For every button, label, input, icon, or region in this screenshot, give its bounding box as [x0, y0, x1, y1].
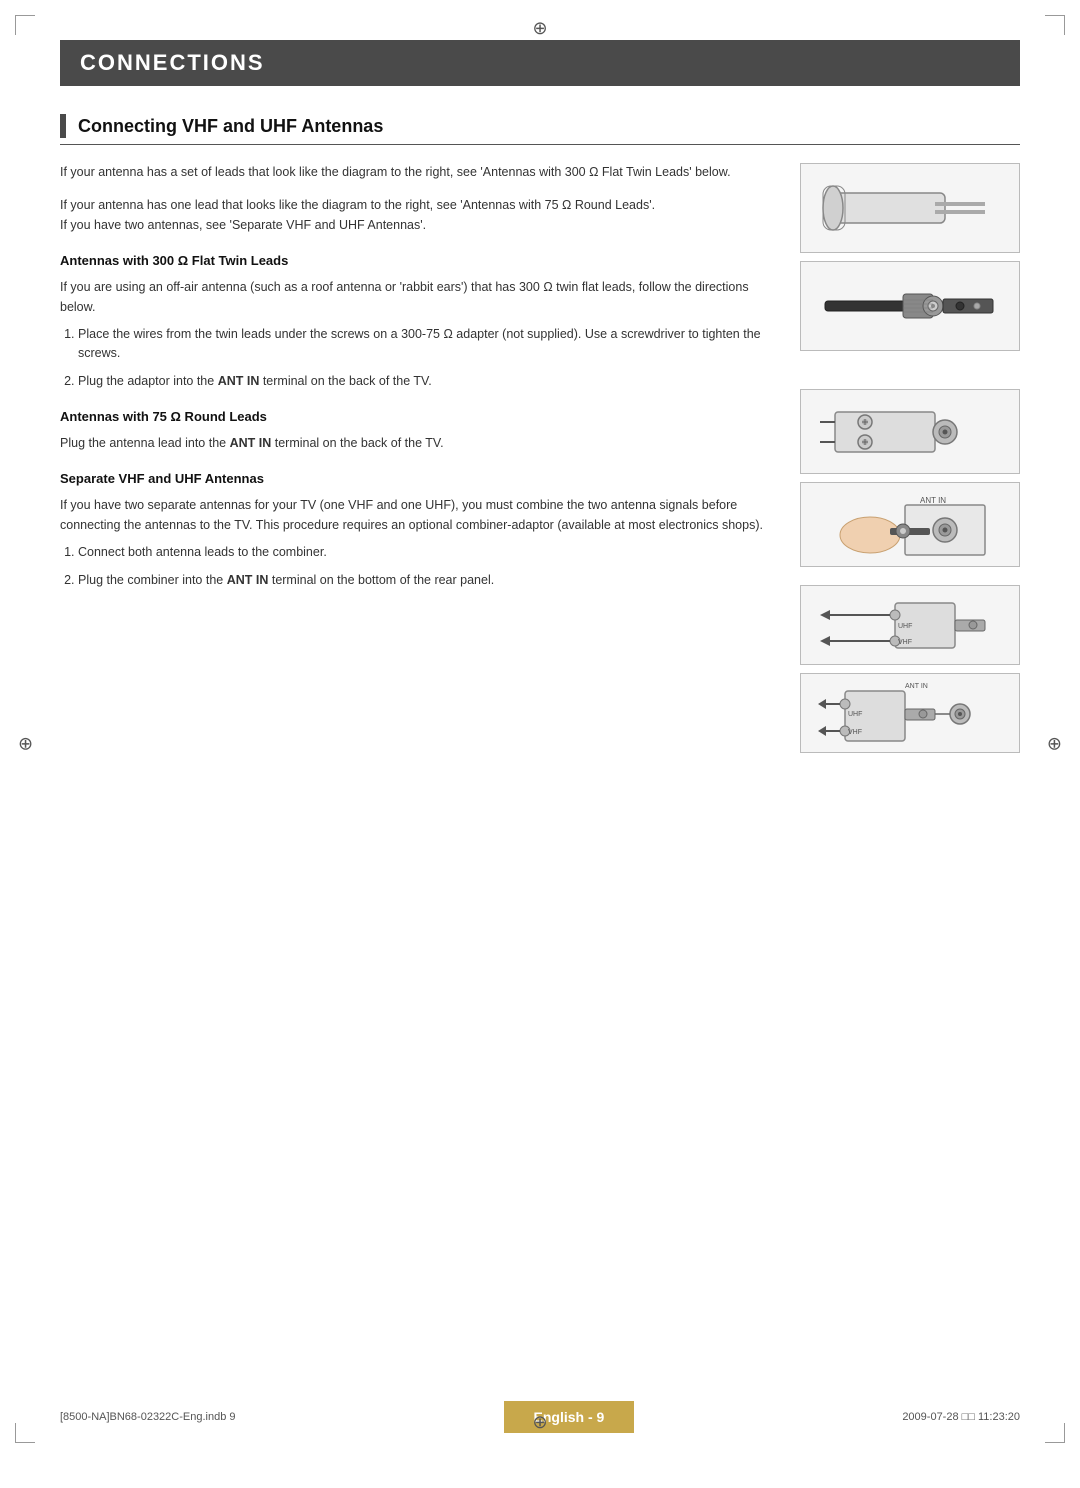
flat-twin-step-1: Place the wires from the twin leads unde… — [78, 325, 780, 364]
text-column: If your antenna has a set of leads that … — [60, 163, 780, 753]
separate-heading: Separate VHF and UHF Antennas — [60, 471, 780, 486]
intro-para-1: If your antenna has a set of leads that … — [60, 163, 780, 182]
separate-step-2-bold: ANT IN — [227, 573, 269, 587]
section-heading-bar — [60, 114, 66, 138]
corner-mark-tl — [15, 15, 35, 35]
round-leads-heading: Antennas with 75 Ω Round Leads — [60, 409, 780, 424]
crosshair-top-icon — [530, 18, 550, 38]
footer-center: English - 9 — [504, 1401, 635, 1433]
svg-text:UHF: UHF — [848, 711, 862, 718]
crosshair-bottom-icon: ⊕ — [532, 1412, 547, 1433]
flat-twin-body: If you are using an off-air antenna (suc… — [60, 278, 780, 317]
corner-mark-tr — [1045, 15, 1065, 35]
crosshair-right-icon: ⊕ — [1047, 734, 1062, 755]
flat-twin-steps: Place the wires from the twin leads unde… — [78, 325, 780, 391]
footer-right: 2009-07-28 □□ 11:23:20 — [902, 1411, 1020, 1423]
diagram-combiner-ant-in: ANT IN UHF VHF — [800, 673, 1020, 753]
page-title: CONNECTIONS — [80, 50, 265, 75]
page-title-bar: CONNECTIONS — [60, 40, 1020, 86]
intro-para-2a: If your antenna has one lead that looks … — [60, 198, 655, 212]
intro-para-2: If your antenna has one lead that looks … — [60, 196, 780, 235]
separate-step-1: Connect both antenna leads to the combin… — [78, 543, 780, 562]
main-content: If your antenna has a set of leads that … — [60, 163, 1020, 753]
diagram-flat-antenna — [800, 163, 1020, 253]
section-heading: Connecting VHF and UHF Antennas — [60, 114, 1020, 145]
diagram-adapter — [800, 389, 1020, 474]
separate-steps: Connect both antenna leads to the combin… — [78, 543, 780, 590]
svg-text:VHF: VHF — [898, 639, 912, 646]
intro-para-2b: If you have two antennas, see 'Separate … — [60, 218, 426, 232]
diagram-combiner-vhf: UHF VHF — [800, 585, 1020, 665]
svg-text:VHF: VHF — [848, 729, 862, 736]
diagram-ant-in-1: ANT IN — [800, 482, 1020, 567]
flat-twin-step-2-bold: ANT IN — [218, 374, 260, 388]
images-column: ANT IN — [800, 163, 1020, 753]
round-leads-body: Plug the antenna lead into the ANT IN te… — [60, 434, 780, 453]
svg-text:UHF: UHF — [898, 623, 912, 630]
svg-text:ANT IN: ANT IN — [920, 496, 946, 505]
flat-twin-step-2: Plug the adaptor into the ANT IN termina… — [78, 372, 780, 391]
round-leads-ant-in: ANT IN — [230, 436, 272, 450]
section-heading-text: Connecting VHF and UHF Antennas — [78, 116, 383, 137]
flat-twin-heading: Antennas with 300 Ω Flat Twin Leads — [60, 253, 780, 268]
footer-left: [8500-NA]BN68-02322C-Eng.indb 9 — [60, 1411, 236, 1423]
svg-text:ANT IN: ANT IN — [905, 683, 928, 690]
crosshair-left-icon: ⊕ — [18, 734, 33, 755]
diagram-round-lead — [800, 261, 1020, 351]
separate-body: If you have two separate antennas for yo… — [60, 496, 780, 535]
separate-step-2: Plug the combiner into the ANT IN termin… — [78, 571, 780, 590]
page: ⊕ ⊕ CONNECTIONS Connecting VHF and UHF A… — [0, 0, 1080, 1488]
